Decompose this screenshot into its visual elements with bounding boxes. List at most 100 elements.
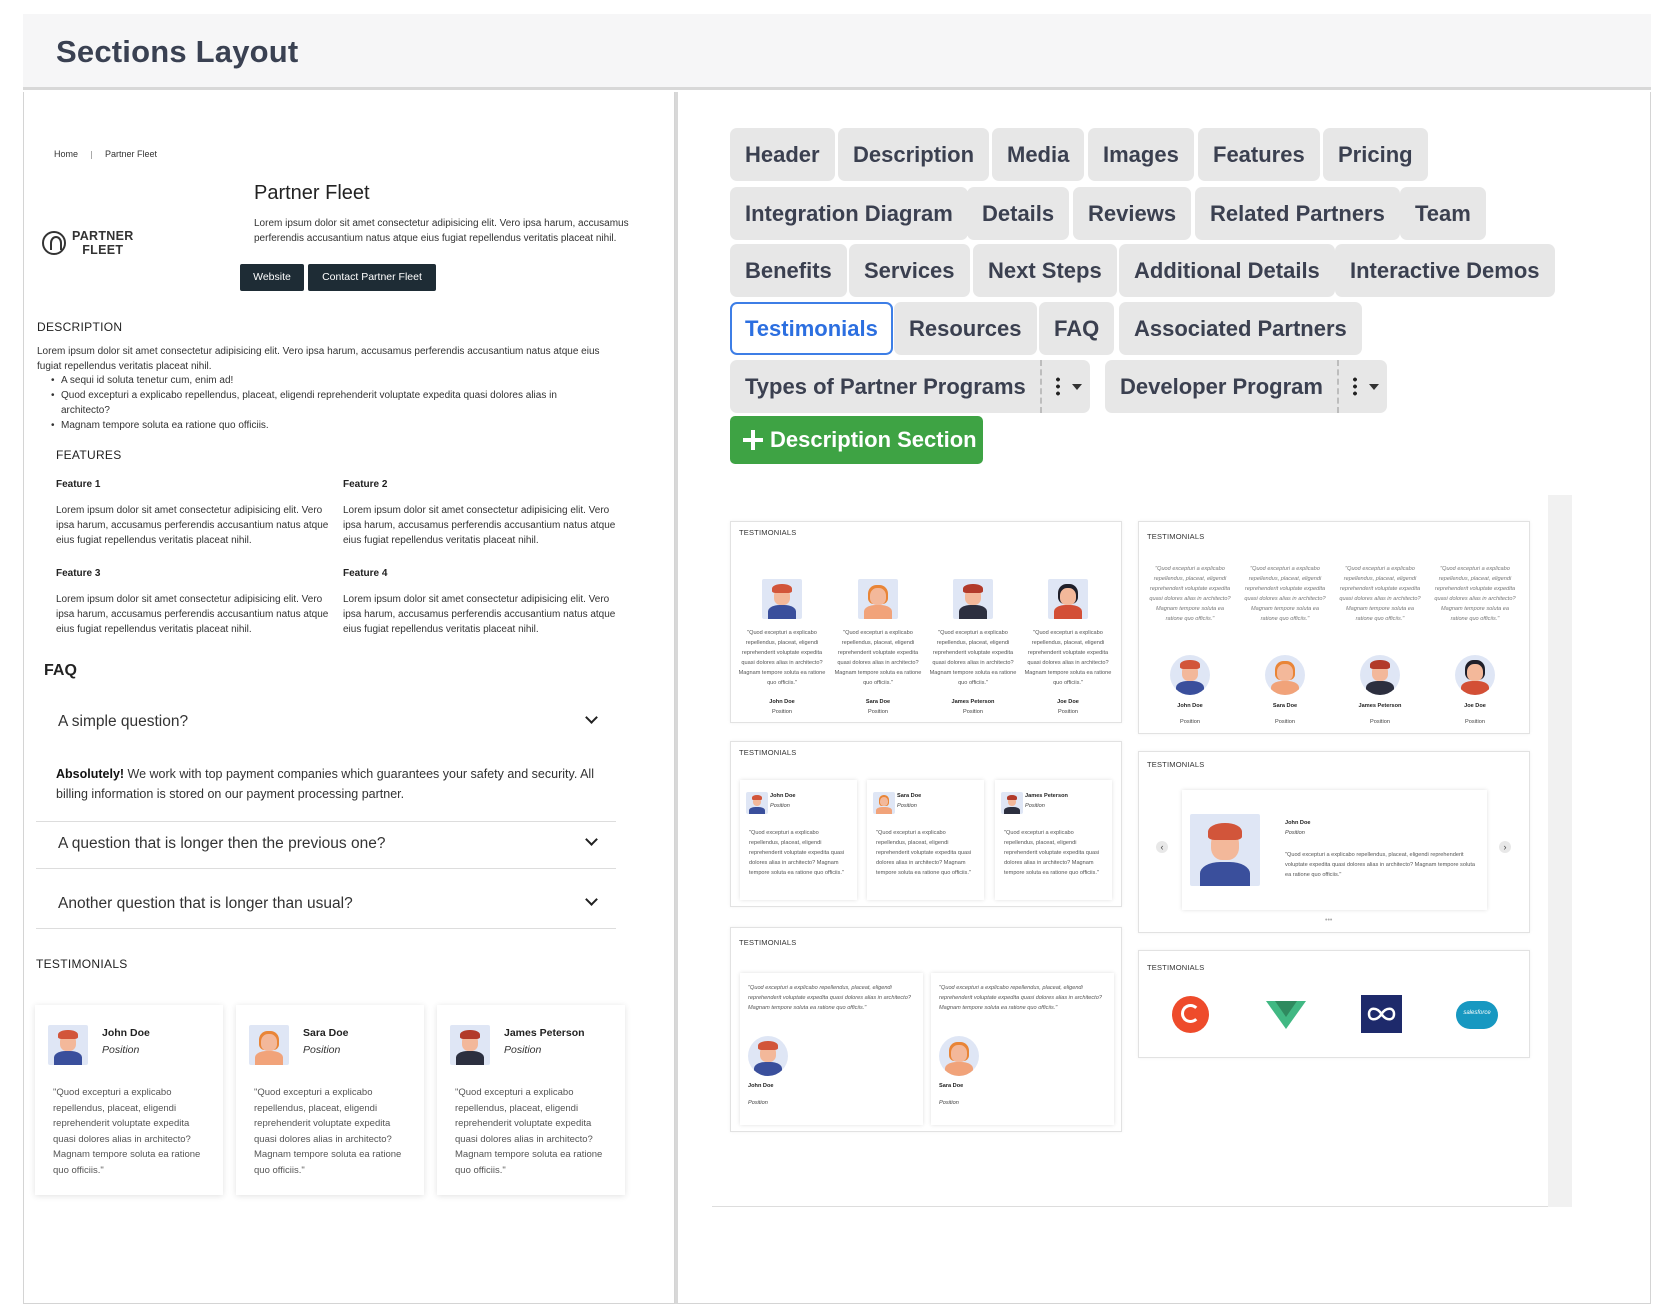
caret-down-icon [1071, 384, 1082, 390]
tab-header[interactable]: Header [730, 128, 835, 181]
infinity-logo-icon [1361, 995, 1402, 1033]
tab-resources[interactable]: Resources [894, 302, 1037, 355]
carousel-dots[interactable]: ••• [1325, 917, 1332, 924]
section-menu-toggle[interactable] [1336, 360, 1379, 413]
description-heading: DESCRIPTION [37, 320, 123, 334]
tab-next-steps[interactable]: Next Steps [973, 244, 1117, 297]
testimonial-card: John Doe Position "Quod excepturi a expl… [35, 1005, 223, 1195]
avatar [1360, 655, 1400, 695]
tab-types-of-partner-programs[interactable]: Types of Partner Programs [730, 360, 1090, 413]
avatar [450, 1025, 490, 1065]
faq-heading: FAQ [44, 662, 77, 679]
avatar [249, 1025, 289, 1065]
section-menu-toggle[interactable] [1039, 360, 1082, 413]
tab-services[interactable]: Services [849, 244, 970, 297]
avatar [858, 579, 898, 619]
testimonial-card: John Doe Position "Quod excepturi a expl… [740, 780, 857, 900]
feature-text: Lorem ipsum dolor sit amet consectetur a… [56, 505, 329, 546]
tab-related-partners[interactable]: Related Partners [1195, 187, 1400, 240]
chevron-down-icon [585, 833, 598, 846]
carousel-next-arrow-icon[interactable]: › [1499, 841, 1511, 853]
partner-title: Partner Fleet [254, 182, 370, 204]
faq-question-1[interactable]: A simple question? [36, 699, 616, 747]
website-button[interactable]: Website [240, 264, 304, 291]
testimonial-card: Sara Doe Position "Quod excepturi a expl… [236, 1005, 424, 1195]
avatar [1048, 579, 1088, 619]
avatar [1190, 814, 1260, 886]
avatar [746, 792, 768, 814]
tab-reviews[interactable]: Reviews [1073, 187, 1192, 240]
layout-option-6[interactable]: TESTIMONIALS salesforce [1138, 950, 1530, 1058]
feature-text: Lorem ipsum dolor sit amet consectetur a… [343, 505, 616, 546]
layout-option-5[interactable]: TESTIMONIALS "Quod excepturi a explicabo… [730, 927, 1122, 1132]
avatar [748, 1036, 788, 1076]
avatar [1170, 655, 1210, 695]
avatar [939, 1036, 979, 1076]
testimonial-card: "Quod excepturi a explicabo repellendus,… [740, 973, 923, 1125]
testimonial-card: James Peterson Position "Quod excepturi … [437, 1005, 625, 1195]
chevron-down-icon [585, 893, 598, 906]
tab-developer-program[interactable]: Developer Program [1105, 360, 1387, 413]
testimonial-card: "Quod excepturi a explicabo repellendus,… [931, 973, 1114, 1125]
layout-option-4[interactable]: TESTIMONIALS ‹ John Doe Position "Quod e… [1138, 751, 1530, 933]
list-item: Magnam tempore soluta ea ratione quo off… [37, 418, 597, 433]
tab-interactive-demos[interactable]: Interactive Demos [1335, 244, 1555, 297]
testimonials-heading: TESTIMONIALS [36, 957, 128, 971]
carousel-slide: John Doe Position "Quod excepturi a expl… [1182, 790, 1487, 910]
page-title: Sections Layout [56, 34, 299, 69]
tab-images[interactable]: Images [1088, 128, 1194, 181]
title-bar: Sections Layout [23, 14, 1651, 90]
kebab-icon [1055, 376, 1060, 396]
tab-faq[interactable]: FAQ [1039, 302, 1115, 355]
breadcrumb: Home Partner Fleet [54, 149, 157, 159]
vuejs-logo-icon [1266, 1001, 1306, 1029]
avatar [1455, 655, 1495, 695]
layout-option-1[interactable]: TESTIMONIALS "Quod excepturi a explicabo… [730, 521, 1122, 723]
partner-description: Lorem ipsum dolor sit amet consectetur a… [254, 218, 629, 244]
page-preview-panel: Home Partner Fleet PARTNER FLEET Partner F… [23, 92, 675, 1304]
partner-logo: PARTNER FLEET [42, 227, 152, 259]
tab-description[interactable]: Description [838, 128, 990, 181]
tab-benefits[interactable]: Benefits [730, 244, 847, 297]
layout-option-3[interactable]: TESTIMONIALS John Doe Position "Quod exc… [730, 741, 1122, 907]
list-item: A sequi id soluta tenetur cum, enim ad! [37, 373, 597, 388]
description-text: Lorem ipsum dolor sit amet consectetur a… [37, 346, 600, 372]
contact-partner-button[interactable]: Contact Partner Fleet [308, 264, 436, 291]
faq-question-2[interactable]: A question that is longer then the previ… [36, 821, 616, 869]
tab-testimonials[interactable]: Testimonials [730, 302, 893, 355]
tab-additional-details[interactable]: Additional Details [1119, 244, 1335, 297]
tab-details[interactable]: Details [967, 187, 1070, 240]
avatar [48, 1025, 88, 1065]
tab-pricing[interactable]: Pricing [1323, 128, 1428, 181]
scrollbar[interactable] [1548, 495, 1572, 1207]
tab-associated-partners[interactable]: Associated Partners [1119, 302, 1362, 355]
tab-team[interactable]: Team [1400, 187, 1486, 240]
salesforce-logo-icon: salesforce [1456, 1001, 1498, 1029]
description-list: A sequi id soluta tenetur cum, enim ad! … [37, 373, 597, 433]
testimonial-card: James Peterson Position "Quod excepturi … [995, 780, 1112, 900]
tab-integration-diagram[interactable]: Integration Diagram [730, 187, 968, 240]
avatar [762, 579, 802, 619]
add-description-section-button[interactable]: Description Section [730, 416, 983, 464]
sections-editor-panel: Header Description Media Images Features… [675, 92, 1651, 1304]
feature-title: Feature 4 [343, 568, 388, 579]
chevron-down-icon [585, 711, 598, 724]
breadcrumb-current: Partner Fleet [105, 149, 158, 159]
partner-logo-icon [42, 231, 66, 255]
layout-option-2[interactable]: TESTIMONIALS "Quod excepturi a explicabo… [1138, 521, 1530, 734]
g2-logo-icon [1172, 996, 1209, 1033]
feature-title: Feature 2 [343, 479, 388, 490]
faq-answer-1: Absolutely! We work with top payment com… [56, 767, 594, 801]
feature-title: Feature 3 [56, 568, 101, 579]
list-item: Quod excepturi a explicabo repellendus, … [37, 388, 597, 418]
avatar [1001, 792, 1023, 814]
faq-question-3[interactable]: Another question that is longer than usu… [36, 881, 616, 929]
caret-down-icon [1368, 384, 1379, 390]
avatar [1265, 655, 1305, 695]
avatar [953, 579, 993, 619]
tab-media[interactable]: Media [992, 128, 1085, 181]
carousel-prev-arrow-icon[interactable]: ‹ [1156, 841, 1168, 853]
breadcrumb-home[interactable]: Home [54, 149, 78, 159]
tab-features[interactable]: Features [1198, 128, 1320, 181]
features-heading: FEATURES [56, 448, 122, 462]
